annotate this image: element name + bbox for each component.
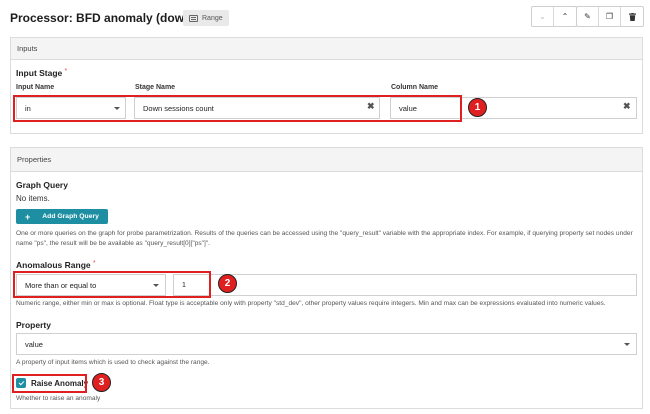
- badge-label: Range: [202, 14, 223, 22]
- delete-button[interactable]: [621, 7, 643, 26]
- processor-type-badge: Range: [183, 10, 229, 26]
- no-items-text: No items.: [16, 194, 50, 203]
- property-select[interactable]: value: [16, 333, 637, 355]
- edit-button[interactable]: ✎: [577, 7, 599, 26]
- property-help: A property of input items which is used …: [16, 359, 210, 366]
- input-stage-label-text: Input Stage: [16, 68, 63, 78]
- collapse-all-button[interactable]: ⌄: [532, 7, 554, 26]
- graph-query-label: Graph Query: [16, 180, 68, 190]
- range-icon: [189, 14, 198, 22]
- required-mark: *: [92, 260, 96, 267]
- edit-icon: ✎: [584, 12, 591, 21]
- clear-column-name-icon[interactable]: ✖: [623, 101, 631, 112]
- property-label: Property: [16, 320, 51, 330]
- chevron-down-icon: ⌄: [539, 12, 546, 21]
- raise-anomaly-help: Whether to raise an anomaly: [16, 395, 101, 402]
- column-name-column-header: Column Name: [391, 84, 439, 91]
- plus-icon: +: [25, 211, 31, 222]
- anomalous-range-label-text: Anomalous Range: [16, 260, 91, 270]
- inputs-section-header: Inputs: [11, 38, 642, 60]
- chevron-up-icon: ⌃: [561, 12, 569, 21]
- stage-name-column-header: Stage Name: [135, 84, 176, 91]
- clone-button[interactable]: ❐: [599, 7, 621, 26]
- trash-icon: [628, 12, 636, 21]
- range-help: Numeric range, either min or max is opti…: [16, 300, 606, 307]
- callout-highlight-2: [13, 271, 211, 298]
- required-mark: *: [64, 68, 68, 75]
- callout-highlight-1: [13, 95, 462, 122]
- callout-badge-3: 3: [92, 373, 111, 392]
- chevron-down-icon: [624, 343, 630, 346]
- property-value: value: [25, 339, 43, 349]
- callout-badge-2: 2: [218, 274, 237, 293]
- callout-highlight-3: [12, 374, 87, 393]
- input-stage-label: Input Stage *: [16, 68, 67, 78]
- add-graph-query-label: Add Graph Query: [42, 213, 99, 220]
- callout-badge-1: 1: [468, 98, 487, 117]
- range-value-input[interactable]: 1: [173, 274, 637, 296]
- properties-section-header: Properties: [11, 148, 642, 172]
- anomalous-range-label: Anomalous Range *: [16, 260, 96, 270]
- edit-actions-group: ✎ ❐: [576, 6, 644, 27]
- expand-collapse-group: ⌄ ⌃: [531, 6, 577, 27]
- input-name-column-header: Input Name: [16, 84, 55, 91]
- copy-icon: ❐: [605, 12, 614, 21]
- expand-all-button[interactable]: ⌃: [554, 7, 576, 26]
- graph-query-help: One or more queries on the graph for pro…: [16, 230, 633, 247]
- add-graph-query-button[interactable]: + Add Graph Query: [16, 209, 108, 224]
